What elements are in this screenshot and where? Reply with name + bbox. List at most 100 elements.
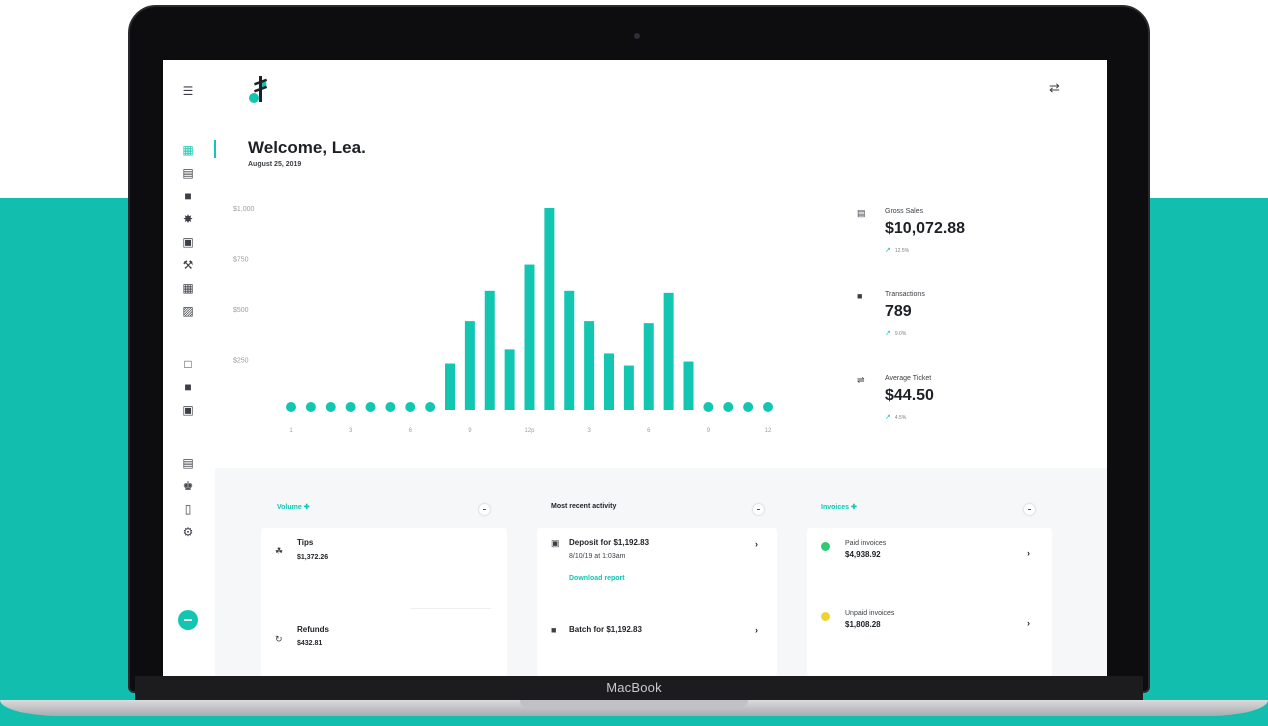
stat-label: Average Ticket xyxy=(885,375,932,382)
chart-bar[interactable] xyxy=(445,363,455,410)
x-tick-label: 9 xyxy=(468,428,472,434)
plus-icon[interactable]: ✚ xyxy=(304,504,310,511)
stat-change: ↗ 12.5% xyxy=(885,246,909,254)
stat-value: $10,072.88 xyxy=(885,220,966,237)
chart-bar[interactable] xyxy=(643,323,654,410)
quick-action-button[interactable] xyxy=(178,610,198,630)
activity-dropdown-button[interactable] xyxy=(753,504,764,515)
chart-bar[interactable] xyxy=(584,321,595,410)
y-tick-label: $500 xyxy=(233,307,249,314)
chart-bar[interactable] xyxy=(743,402,754,412)
chevron-right-icon[interactable]: › xyxy=(755,539,758,549)
x-tick-label: 12 xyxy=(765,428,772,434)
chart-bar[interactable] xyxy=(345,402,356,412)
y-tick-label: $750 xyxy=(233,257,249,264)
chevron-right-icon[interactable]: › xyxy=(1027,548,1030,558)
grid-icon[interactable]: ▦ xyxy=(181,281,195,295)
dashboard-icon[interactable]: ▦ xyxy=(181,143,195,157)
stat-change-value: 9.0% xyxy=(894,331,907,337)
reports-icon[interactable]: ▤ xyxy=(181,166,195,180)
device-icon[interactable]: ▯ xyxy=(181,502,195,516)
unpaid-invoices-value: $1,808.28 xyxy=(845,620,881,629)
chart-bar[interactable] xyxy=(524,264,535,410)
chart-bar[interactable] xyxy=(464,321,475,410)
y-tick-label: $1,000 xyxy=(233,206,255,213)
chart-bar[interactable] xyxy=(365,402,376,412)
deposit-date: 8/10/19 at 1:03am xyxy=(569,553,626,560)
invoices-header[interactable]: Invoices ✚ xyxy=(821,503,857,511)
chevron-right-icon[interactable]: › xyxy=(755,625,758,635)
tools-icon[interactable]: ⚒ xyxy=(181,258,195,272)
y-tick-label: $250 xyxy=(233,358,249,365)
paid-invoices-value: $4,938.92 xyxy=(845,550,881,559)
batch-icon: ■ xyxy=(551,625,557,635)
batch-icon[interactable]: ■ xyxy=(181,380,195,394)
download-report-link[interactable]: Download report xyxy=(569,575,625,582)
invoice-icon[interactable]: ▣ xyxy=(181,403,195,417)
store-icon[interactable]: ▤ xyxy=(181,456,195,470)
welcome-title: Welcome, Lea. xyxy=(248,138,366,157)
chart-bar[interactable] xyxy=(703,402,714,412)
stat-change: ↗ 9.0% xyxy=(885,329,906,337)
chart-bar[interactable] xyxy=(484,290,495,410)
chart-bar[interactable] xyxy=(544,208,555,410)
invoices-header-label[interactable]: Invoices xyxy=(821,504,849,511)
chart-bar[interactable] xyxy=(325,402,336,412)
trend-up-icon: ↗ xyxy=(885,247,891,254)
chart-bar[interactable] xyxy=(385,402,396,412)
stat-label: Transactions xyxy=(885,291,925,298)
chart-bar[interactable] xyxy=(504,349,515,410)
batch-title[interactable]: Batch for $1,192.83 xyxy=(569,625,642,634)
chart-bar[interactable] xyxy=(564,290,575,410)
transactions-icon: ■ xyxy=(857,291,863,301)
deposit-title[interactable]: Deposit for $1,192.83 xyxy=(569,538,649,547)
chart-bar[interactable] xyxy=(763,402,773,412)
x-tick-label: 9 xyxy=(707,428,711,434)
transactions-icon[interactable]: ■ xyxy=(181,189,195,203)
chart-bar[interactable] xyxy=(286,402,296,412)
refunds-title: Refunds xyxy=(297,625,329,634)
plus-icon[interactable]: ✚ xyxy=(851,504,857,511)
settings-cog-icon[interactable]: ✸ xyxy=(181,212,195,226)
sidebar: ☰ ▦ ▤ ■ ✸ ▣ ⚒ ▦ ▨ □ ■ ▣ ▤ ♚ ▯ ⚙ xyxy=(163,60,216,676)
check-circle-icon xyxy=(821,542,830,551)
team-icon[interactable]: ♚ xyxy=(181,479,195,493)
chart-bar[interactable] xyxy=(663,292,674,410)
stat-change-value: 4.5% xyxy=(894,415,907,421)
stage: ☰ ▦ ▤ ■ ✸ ▣ ⚒ ▦ ▨ □ ■ ▣ ▤ ♚ ▯ ⚙ ⇄ Welcom… xyxy=(0,0,1268,726)
terminal-icon[interactable]: □ xyxy=(181,357,195,371)
volume-header[interactable]: Volume ✚ xyxy=(277,503,310,511)
refunds-value: $432.81 xyxy=(297,640,323,647)
deposits-icon[interactable]: ▣ xyxy=(181,235,195,249)
activity-header: Most recent activity xyxy=(551,503,617,510)
swap-icon[interactable]: ⇄ xyxy=(1049,80,1060,96)
chart-bar[interactable] xyxy=(405,402,416,412)
volume-dropdown-button[interactable] xyxy=(479,504,490,515)
stat-value: 789 xyxy=(885,303,912,320)
tips-value: $1,372.26 xyxy=(297,554,329,561)
chevron-right-icon[interactable]: › xyxy=(1027,618,1030,628)
stat-change: ↗ 4.5% xyxy=(885,413,906,421)
chart-bar[interactable] xyxy=(683,361,694,410)
chart-bar[interactable] xyxy=(305,402,316,412)
refund-icon: ↻ xyxy=(275,634,283,644)
chart-bar[interactable] xyxy=(604,353,614,410)
volume-header-label[interactable]: Volume xyxy=(277,504,302,511)
x-tick-label: 6 xyxy=(647,428,651,434)
activity-card: ▣ Deposit for $1,192.83 8/10/19 at 1:03a… xyxy=(537,528,777,676)
chart-bar[interactable] xyxy=(623,365,634,410)
warning-circle-icon xyxy=(821,612,830,621)
volume-card: ☘ Tips $1,372.26 ↻ Refunds $432.81 xyxy=(261,528,507,676)
chart-bar[interactable] xyxy=(425,402,436,412)
stat-label: Gross Sales xyxy=(885,208,924,215)
stat-value: $44.50 xyxy=(885,387,934,404)
row-divider xyxy=(411,608,491,609)
document-icon[interactable]: ▨ xyxy=(181,304,195,318)
chart-bar[interactable] xyxy=(723,402,734,412)
hamburger-menu-icon[interactable]: ☰ xyxy=(181,84,195,98)
x-tick-label: 3 xyxy=(587,428,591,434)
ticket-icon: ⇌ xyxy=(857,375,865,385)
welcome-date: August 25, 2019 xyxy=(248,161,302,168)
gear-icon[interactable]: ⚙ xyxy=(181,525,195,539)
invoices-dropdown-button[interactable] xyxy=(1024,504,1035,515)
